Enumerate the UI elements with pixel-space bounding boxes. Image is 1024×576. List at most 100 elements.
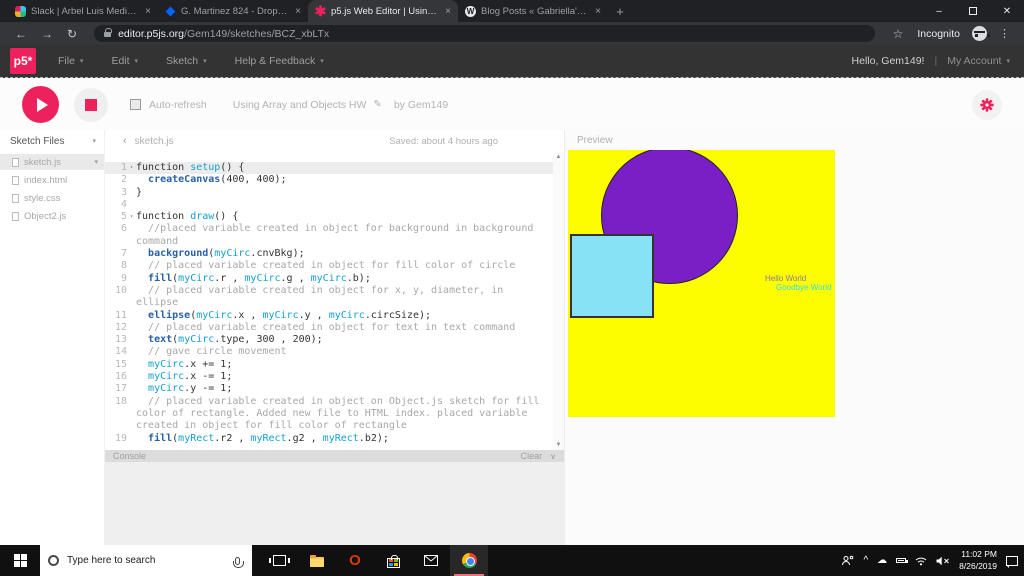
fold-spacer: [127, 433, 136, 445]
code-line[interactable]: 6 //placed variable created in object fo…: [105, 223, 564, 248]
tab-close-icon[interactable]: ×: [145, 6, 151, 17]
scroll-down-icon[interactable]: ▼: [556, 440, 562, 450]
menu-edit[interactable]: Edit▾: [111, 55, 138, 67]
editor-file-tab[interactable]: sketch.js: [135, 136, 174, 147]
microphone-icon[interactable]: [235, 557, 240, 565]
taskbar-clock[interactable]: 11:02 PM 8/26/2019: [959, 549, 997, 571]
bookmark-star-icon[interactable]: ☆: [893, 27, 904, 41]
code-line[interactable]: 16 myCirc.x -= 1;: [105, 371, 564, 383]
console-clear-button[interactable]: Clear: [521, 451, 543, 461]
maximize-button[interactable]: [956, 0, 990, 22]
people-icon[interactable]: [841, 555, 854, 566]
action-center-icon[interactable]: [1006, 556, 1018, 566]
back-button[interactable]: ←: [15, 27, 27, 41]
tab-close-icon[interactable]: ×: [295, 6, 301, 17]
code-line[interactable]: 7 background(myCirc.cnvBkg);: [105, 248, 564, 260]
wifi-icon[interactable]: [915, 556, 927, 566]
volume-muted-icon[interactable]: [936, 556, 950, 566]
p5-icon: ✱: [315, 6, 326, 17]
new-tab-button[interactable]: +: [608, 0, 632, 22]
code-line[interactable]: 5▾function draw() {: [105, 211, 564, 223]
address-bar: ← → ↻ editor.p5js.org/Gem149/sketches/BC…: [0, 22, 1024, 45]
code-line[interactable]: 13 text(myCirc.type, 300 , 200);: [105, 334, 564, 346]
editor-scrollbar[interactable]: ▲ ▼: [553, 152, 564, 450]
file-item-index-html[interactable]: index.html: [0, 172, 104, 188]
scroll-up-icon[interactable]: ▲: [556, 152, 562, 162]
browser-menu-icon[interactable]: ⋮: [999, 27, 1010, 40]
my-account-menu[interactable]: My Account ▾: [947, 55, 1010, 67]
browser-tab[interactable]: G. Martinez 824 - Dropbox×: [158, 0, 308, 22]
browser-tab[interactable]: ✱p5.js Web Editor | Using Array an×: [308, 0, 458, 22]
start-button[interactable]: [0, 545, 40, 576]
line-number: 16: [105, 371, 127, 383]
browser-tab[interactable]: WBlog Posts « Gabriella's Technolo×: [458, 0, 608, 22]
code-editor[interactable]: 1▾function setup() {2 createCanvas(400, …: [105, 152, 564, 450]
fold-arrow-icon[interactable]: ▾: [127, 162, 136, 174]
chevron-down-icon: ▾: [80, 57, 84, 65]
menu-help-feedback[interactable]: Help & Feedback▾: [235, 55, 324, 67]
code-text: fill(myRect.r2 , myRect.g2 , myRect.b2);: [136, 433, 550, 445]
stop-button[interactable]: [74, 88, 108, 122]
mail-button[interactable]: [412, 545, 450, 576]
settings-button[interactable]: [972, 90, 1002, 120]
battery-icon[interactable]: [896, 558, 906, 563]
line-number: 15: [105, 359, 127, 371]
office-button[interactable]: O: [336, 545, 374, 576]
chevron-down-icon[interactable]: ▾: [94, 158, 98, 166]
code-line[interactable]: 18 // placed variable created in object …: [105, 396, 564, 433]
close-window-button[interactable]: ✕: [990, 0, 1024, 22]
task-view-button[interactable]: [260, 545, 298, 576]
line-number: 12: [105, 322, 127, 334]
menu-sketch[interactable]: Sketch▾: [166, 55, 207, 67]
file-item-Object2-js[interactable]: Object2.js: [0, 208, 104, 224]
maximize-icon: [969, 7, 977, 15]
minimize-button[interactable]: –: [922, 0, 956, 22]
code-line[interactable]: 12 // placed variable created in object …: [105, 322, 564, 334]
code-line[interactable]: 3}: [105, 187, 564, 199]
preview-square: [570, 234, 654, 318]
file-item-sketch-js[interactable]: sketch.js▾: [0, 154, 104, 170]
edit-title-icon[interactable]: ✎: [373, 99, 381, 110]
code-line[interactable]: 11 ellipse(myCirc.x , myCirc.y , myCirc.…: [105, 310, 564, 322]
chrome-button[interactable]: [450, 545, 488, 576]
code-line[interactable]: 14 // gave circle movement: [105, 346, 564, 358]
system-tray: ^ ☁ 11:02 PM 8/26/2019: [841, 549, 1018, 571]
fold-spacer: [127, 383, 136, 395]
onedrive-icon[interactable]: ☁: [877, 555, 887, 566]
chevron-left-icon[interactable]: ‹: [123, 135, 127, 147]
cortana-icon: [48, 555, 59, 566]
file-item-style-css[interactable]: style.css: [0, 190, 104, 206]
line-number: 8: [105, 260, 127, 272]
sketch-files-header[interactable]: Sketch Files ▾: [0, 130, 104, 152]
gear-icon: [979, 97, 995, 113]
file-explorer-button[interactable]: [298, 545, 336, 576]
forward-button[interactable]: →: [41, 27, 53, 41]
menu-file[interactable]: File▾: [58, 55, 83, 67]
code-line[interactable]: 8 // placed variable created in object f…: [105, 260, 564, 272]
url-field[interactable]: editor.p5js.org/Gem149/sketches/BCZ_xbLT…: [94, 25, 875, 42]
store-button[interactable]: [374, 545, 412, 576]
code-line[interactable]: 9 fill(myCirc.r , myCirc.g , myCirc.b);: [105, 273, 564, 285]
task-view-icon: [273, 555, 286, 566]
auto-refresh-checkbox[interactable]: [130, 99, 141, 110]
browser-tab[interactable]: Slack | Arbel Luis Medina | Tech I×: [8, 0, 158, 22]
tab-close-icon[interactable]: ×: [445, 6, 451, 17]
taskbar-search[interactable]: Type here to search: [40, 545, 252, 576]
code-line[interactable]: 15 myCirc.x += 1;: [105, 359, 564, 371]
code-line[interactable]: 2 createCanvas(400, 400);: [105, 174, 564, 186]
line-number: 17: [105, 383, 127, 395]
chevron-down-icon: ▾: [1006, 57, 1010, 65]
code-line[interactable]: 19 fill(myRect.r2 , myRect.g2 , myRect.b…: [105, 433, 564, 445]
console-collapse-icon[interactable]: ∨: [550, 452, 556, 461]
fold-arrow-icon[interactable]: ▾: [127, 211, 136, 223]
code-line[interactable]: 17 myCirc.y -= 1;: [105, 383, 564, 395]
taskbar-icons: O: [260, 545, 488, 576]
code-line[interactable]: 4: [105, 199, 564, 211]
tray-expand-icon[interactable]: ^: [863, 555, 868, 566]
code-line[interactable]: 10 // placed variable created in object …: [105, 285, 564, 310]
play-button[interactable]: [22, 86, 59, 123]
code-line[interactable]: 1▾function setup() {: [105, 162, 564, 174]
p5-logo[interactable]: p5*: [10, 48, 36, 74]
reload-button[interactable]: ↻: [67, 27, 77, 41]
tab-close-icon[interactable]: ×: [595, 6, 601, 17]
